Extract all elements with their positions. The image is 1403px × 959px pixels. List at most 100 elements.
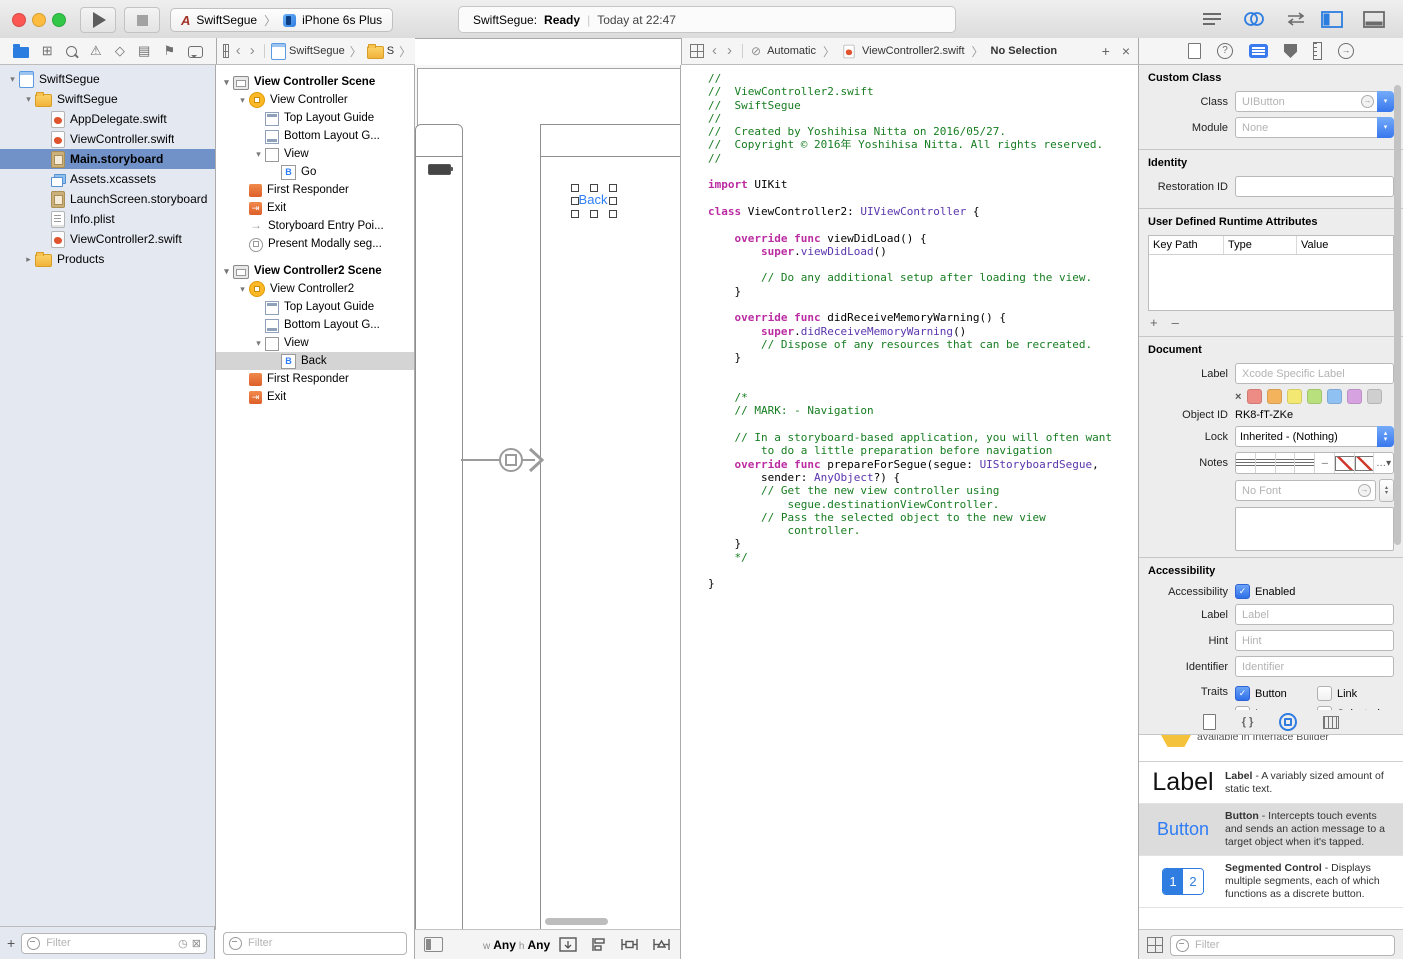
class-field[interactable]: →: [1235, 91, 1379, 112]
storyboard-canvas[interactable]: Back: [415, 65, 681, 929]
jump-automatic[interactable]: Automatic: [767, 45, 816, 57]
back-arrow-icon[interactable]: ‹: [710, 46, 719, 56]
file-inspector-tab[interactable]: [1188, 43, 1201, 59]
runtime-attributes-table[interactable]: Key Path Type Value: [1148, 235, 1394, 311]
embed-in-stack-button[interactable]: [559, 937, 577, 952]
view-controller-1[interactable]: [415, 124, 463, 929]
acc-label-input[interactable]: [1240, 608, 1389, 622]
disclosure-triangle[interactable]: ▾: [220, 266, 233, 277]
file-row[interactable]: ViewController.swift: [0, 129, 215, 149]
identity-inspector-tab[interactable]: [1249, 44, 1268, 58]
find-navigator-tab[interactable]: [66, 46, 77, 57]
disclosure-triangle[interactable]: ▾: [236, 95, 249, 106]
color-swatch[interactable]: [1367, 389, 1382, 404]
outline-row[interactable]: First Responder: [216, 370, 414, 388]
lock-dropdown[interactable]: Inherited - (Nothing): [1235, 426, 1379, 447]
acc-identifier-field[interactable]: [1235, 656, 1394, 677]
file-row[interactable]: Info.plist: [0, 209, 215, 229]
related-items-icon[interactable]: [690, 44, 704, 58]
outline-row[interactable]: ▾View: [216, 334, 414, 352]
color-swatch[interactable]: [1267, 389, 1282, 404]
outline-row[interactable]: ▾View Controller Scene: [216, 73, 414, 91]
resize-handle[interactable]: [609, 210, 617, 218]
standard-editor-button[interactable]: [1196, 7, 1228, 31]
connections-inspector-tab[interactable]: →: [1338, 43, 1354, 59]
outline-row[interactable]: ⇥Exit: [216, 388, 414, 406]
forward-arrow-icon[interactable]: ›: [248, 46, 257, 56]
library-item[interactable]: LabelLabel - A variably sized amount of …: [1139, 762, 1403, 804]
more-options-button[interactable]: …▾: [1374, 453, 1393, 473]
accessibility-enabled-checkbox[interactable]: ✓: [1235, 584, 1250, 599]
file-row[interactable]: Main.storyboard: [0, 149, 215, 169]
resize-handle[interactable]: [590, 210, 598, 218]
source-editor[interactable]: //// ViewController2.swift// SwiftSegue/…: [681, 65, 1138, 959]
stop-button[interactable]: [124, 7, 160, 33]
forward-arrow-icon[interactable]: ›: [725, 46, 734, 56]
related-items-icon[interactable]: [223, 44, 229, 58]
notes-format-control[interactable]: --- …▾: [1235, 452, 1394, 474]
breakpoint-navigator-tab[interactable]: ⚑: [163, 43, 175, 59]
symbol-navigator-tab[interactable]: ⊞: [42, 43, 53, 59]
add-file-button[interactable]: +: [7, 935, 15, 951]
scheme-selector[interactable]: A SwiftSegue 〉 iPhone 6s Plus: [170, 8, 393, 32]
color-swatch[interactable]: [1347, 389, 1362, 404]
run-button[interactable]: [80, 7, 116, 33]
class-dropdown-button[interactable]: ▾: [1377, 91, 1394, 112]
resize-handle[interactable]: [571, 184, 579, 192]
outline-row[interactable]: Top Layout Guide: [216, 109, 414, 127]
document-label-input[interactable]: [1240, 367, 1389, 381]
font-size-stepper[interactable]: ▴▾: [1379, 479, 1394, 502]
resize-handle[interactable]: [590, 184, 598, 192]
outline-row[interactable]: Bottom Layout G...: [216, 127, 414, 145]
outline-row[interactable]: Present Modally seg...: [216, 235, 414, 253]
resize-handle[interactable]: [571, 210, 579, 218]
navigator-filter-field[interactable]: ◷ ⊠: [21, 933, 207, 954]
outline-row[interactable]: Top Layout Guide: [216, 298, 414, 316]
restoration-id-field[interactable]: [1235, 176, 1394, 197]
quick-help-inspector-tab[interactable]: ?: [1217, 43, 1233, 59]
checkbox[interactable]: ✓: [1235, 686, 1250, 701]
align-left-button[interactable]: [1236, 453, 1256, 473]
window-minimize-button[interactable]: [32, 13, 46, 27]
no-border-button[interactable]: [1355, 453, 1375, 473]
pin-button[interactable]: [620, 937, 639, 952]
close-editor-button[interactable]: ×: [1122, 43, 1130, 59]
code-snippet-library-tab[interactable]: { }: [1242, 716, 1254, 728]
outline-row[interactable]: First Responder: [216, 181, 414, 199]
dashed-style-button[interactable]: ---: [1315, 453, 1335, 473]
window-zoom-button[interactable]: [52, 13, 66, 27]
library-filter-input[interactable]: [1193, 938, 1389, 952]
font-input[interactable]: [1240, 484, 1358, 498]
library-item[interactable]: ButtonButton - Intercepts touch events a…: [1139, 804, 1403, 856]
outline-row[interactable]: ▾View: [216, 145, 414, 163]
project-navigator-tab[interactable]: [13, 47, 29, 58]
outline-toggle-button[interactable]: [424, 937, 443, 952]
color-swatch[interactable]: [1327, 389, 1342, 404]
document-label-field[interactable]: [1235, 363, 1394, 384]
library-filter-field[interactable]: [1170, 935, 1395, 956]
resize-handle[interactable]: [609, 184, 617, 192]
module-input[interactable]: [1240, 121, 1374, 135]
disclosure-triangle[interactable]: ▾: [252, 149, 265, 160]
jump-selection[interactable]: No Selection: [991, 45, 1058, 57]
checkbox[interactable]: [1317, 686, 1332, 701]
debug-navigator-tab[interactable]: ▤: [138, 43, 150, 59]
navigator-panel-toggle[interactable]: [1316, 7, 1348, 31]
outline-row[interactable]: BBack: [216, 352, 414, 370]
library-item-clipped[interactable]: available in Interface Builder: [1139, 735, 1403, 762]
color-swatch[interactable]: [1307, 389, 1322, 404]
outline-row[interactable]: ⇥Exit: [216, 199, 414, 217]
outline-row[interactable]: ▾View Controller2: [216, 280, 414, 298]
no-fill-button[interactable]: [1335, 453, 1355, 473]
clear-color-button[interactable]: ×: [1235, 391, 1241, 403]
inspector-scrollbar[interactable]: [1394, 85, 1401, 545]
restoration-id-input[interactable]: [1240, 180, 1389, 194]
outline-row[interactable]: ▾View Controller: [216, 91, 414, 109]
outline-row[interactable]: ▾View Controller2 Scene: [216, 262, 414, 280]
scm-filter-icon[interactable]: ⊠: [192, 937, 201, 950]
back-button-selected[interactable]: Back: [571, 184, 615, 216]
align-justify-button[interactable]: [1295, 453, 1315, 473]
segue-icon[interactable]: [499, 448, 523, 472]
assistant-editor-button[interactable]: [1238, 7, 1270, 31]
file-row[interactable]: ▸Products: [0, 249, 215, 269]
